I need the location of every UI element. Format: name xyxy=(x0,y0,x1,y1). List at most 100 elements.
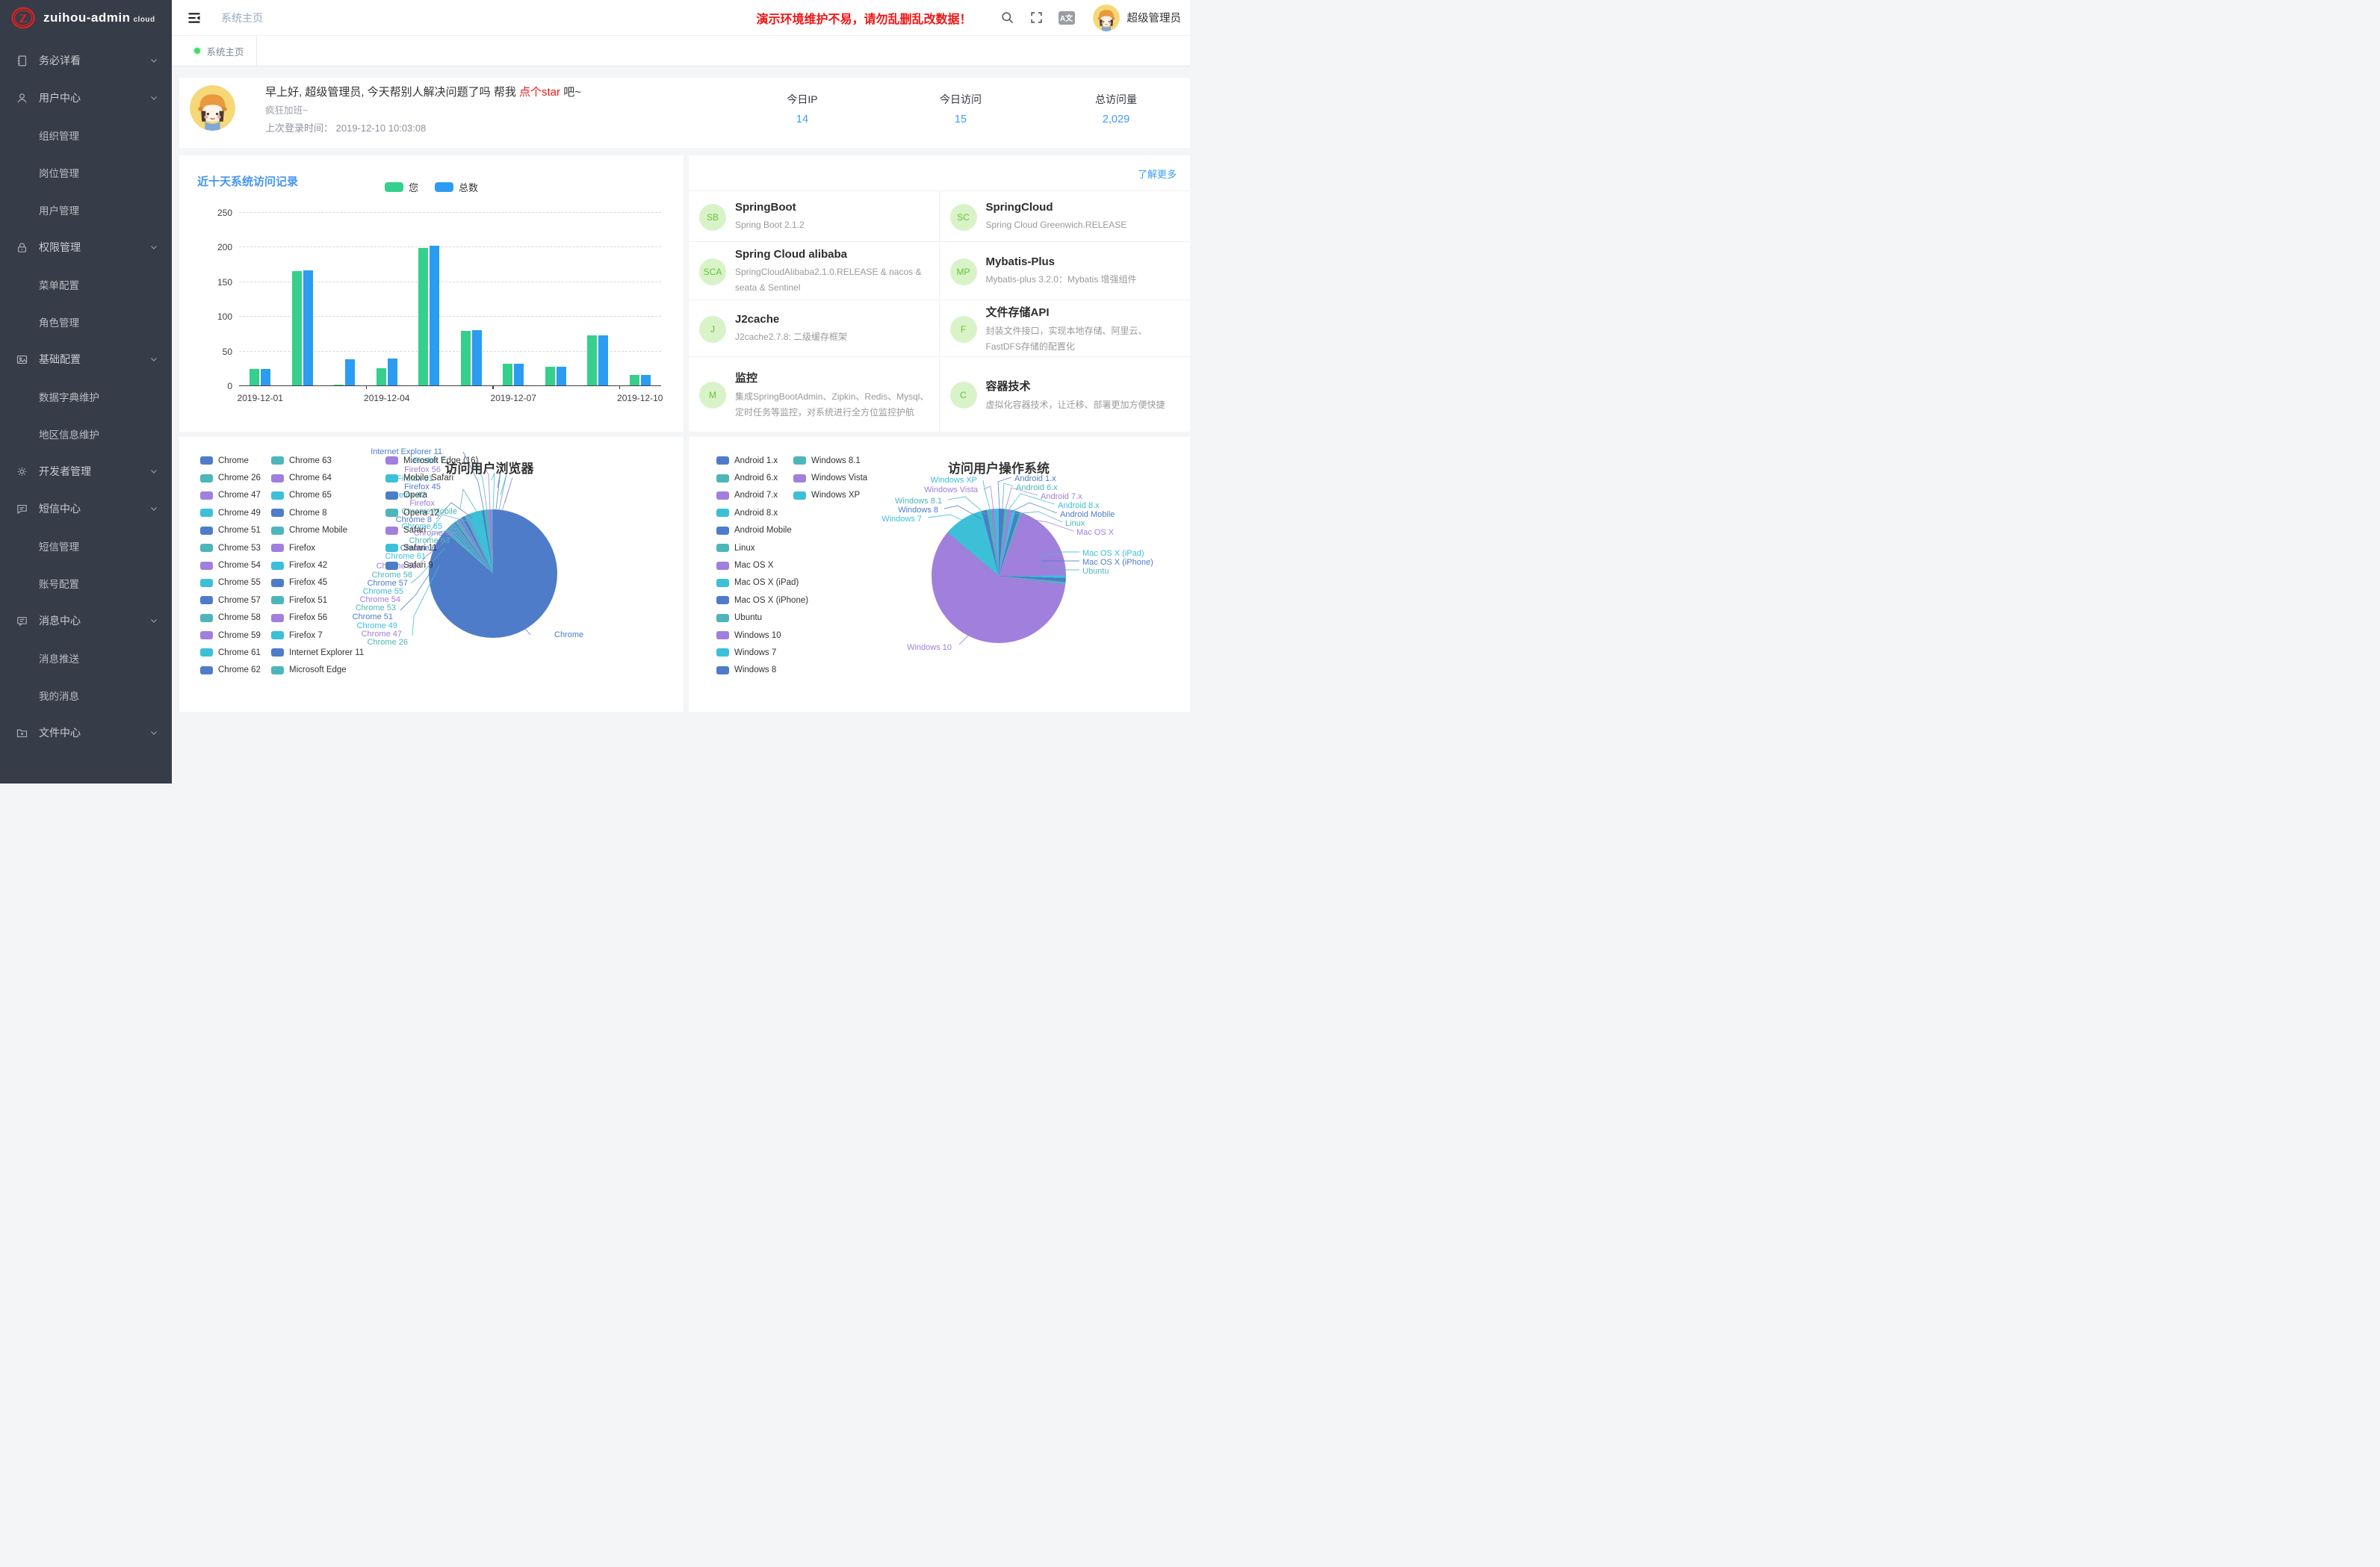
bar-总数-2019-12-05[interactable] xyxy=(430,246,439,385)
bar-chart-plot[interactable]: 0501001502002502019-12-012019-12-042019-… xyxy=(239,212,661,385)
legend-item-Windows 8[interactable]: Windows 8 xyxy=(716,662,793,679)
sidebar-item-务必详看[interactable]: 务必详看 xyxy=(0,42,172,79)
legend-item-Android 1.x[interactable]: Android 1.x xyxy=(716,452,793,469)
bar-您-2019-12-09[interactable] xyxy=(587,335,597,385)
legend-item-Chrome 58[interactable]: Chrome 58 xyxy=(200,609,271,627)
os-pie-chart[interactable] xyxy=(932,509,1066,643)
legend-item-Chrome 65[interactable]: Chrome 65 xyxy=(271,487,385,504)
legend-item-Android 7.x[interactable]: Android 7.x xyxy=(716,487,793,504)
legend-item-Windows Vista[interactable]: Windows Vista xyxy=(793,469,867,486)
legend-item-Firefox 56[interactable]: Firefox 56 xyxy=(271,609,385,627)
sidebar-subitem-消息推送[interactable]: 消息推送 xyxy=(0,639,172,677)
tech-card-监控[interactable]: M监控集成SpringBootAdmin、Zipkin、Redis、Mysql、… xyxy=(689,357,940,432)
bar-您-2019-12-06[interactable] xyxy=(461,331,471,385)
sidebar-subitem-我的消息[interactable]: 我的消息 xyxy=(0,677,172,714)
tab-home[interactable]: 系统主页 xyxy=(182,36,257,66)
search-icon[interactable] xyxy=(1000,10,1014,25)
language-switch-icon[interactable]: A文 xyxy=(1059,11,1075,25)
current-user-name[interactable]: 超级管理员 xyxy=(1127,10,1182,25)
tech-card-J2cache[interactable]: JJ2cacheJ2cache2.7.8: 二级缓存框架 xyxy=(689,300,940,357)
legend-item-Android 6.x[interactable]: Android 6.x xyxy=(716,469,793,486)
tech-card-SpringCloud[interactable]: SCSpringCloudSpring Cloud Greenwich.RELE… xyxy=(940,191,1191,242)
legend-item-total[interactable]: 总数 xyxy=(435,180,478,194)
tech-card-Mybatis-Plus[interactable]: MPMybatis-PlusMybatis-plus 3.2.0：Mybatis… xyxy=(940,242,1191,300)
sidebar-item-用户中心[interactable]: 用户中心 xyxy=(0,79,172,117)
legend-item-Linux[interactable]: Linux xyxy=(716,539,793,556)
bar-总数-2019-12-09[interactable] xyxy=(598,335,608,385)
sidebar-subitem-岗位管理[interactable]: 岗位管理 xyxy=(0,154,172,191)
bar-您-2019-12-01[interactable] xyxy=(250,369,259,385)
legend-item-Windows XP[interactable]: Windows XP xyxy=(793,487,867,504)
legend-item-Chrome 26[interactable]: Chrome 26 xyxy=(200,469,271,486)
legend-item-Chrome 62[interactable]: Chrome 62 xyxy=(200,662,271,679)
star-link[interactable]: 点个star xyxy=(519,86,560,99)
breadcrumb[interactable]: 系统主页 xyxy=(221,10,263,25)
collapse-menu-icon[interactable] xyxy=(187,10,202,25)
sidebar-subitem-数据字典维护[interactable]: 数据字典维护 xyxy=(0,378,172,415)
bar-总数-2019-12-02[interactable] xyxy=(303,270,313,385)
tech-card-容器技术[interactable]: C容器技术虚拟化容器技术，让迁移、部署更加方便快捷 xyxy=(940,357,1191,432)
sidebar-item-消息中心[interactable]: 消息中心 xyxy=(0,602,172,639)
sidebar-subitem-角色管理[interactable]: 角色管理 xyxy=(0,303,172,341)
sidebar-item-开发者管理[interactable]: 开发者管理 xyxy=(0,453,172,490)
sidebar-subitem-用户管理[interactable]: 用户管理 xyxy=(0,191,172,229)
legend-item-Firefox[interactable]: Firefox xyxy=(271,539,385,556)
legend-item-Chrome 63[interactable]: Chrome 63 xyxy=(271,452,385,469)
legend-item-Chrome Mobile[interactable]: Chrome Mobile xyxy=(271,522,385,539)
legend-item-Chrome[interactable]: Chrome xyxy=(200,452,271,469)
sidebar-item-短信中心[interactable]: 短信中心 xyxy=(0,490,172,527)
bar-总数-2019-12-08[interactable] xyxy=(557,367,566,385)
legend-item-Safari 9[interactable]: Safari 9 xyxy=(385,556,478,574)
avatar[interactable] xyxy=(1093,4,1120,31)
legend-item-Mac OS X[interactable]: Mac OS X xyxy=(716,556,793,574)
legend-item-Chrome 59[interactable]: Chrome 59 xyxy=(200,627,271,644)
legend-item-Chrome 55[interactable]: Chrome 55 xyxy=(200,574,271,592)
stat-value[interactable]: 2,029 xyxy=(1064,114,1168,125)
legend-item-Android 8.x[interactable]: Android 8.x xyxy=(716,504,793,521)
fullscreen-icon[interactable] xyxy=(1029,10,1044,25)
legend-item-Windows 7[interactable]: Windows 7 xyxy=(716,644,793,661)
bar-您-2019-12-04[interactable] xyxy=(376,368,386,385)
sidebar-item-权限管理[interactable]: 权限管理 xyxy=(0,229,172,266)
stat-value[interactable]: 14 xyxy=(750,114,855,125)
legend-item-Chrome 54[interactable]: Chrome 54 xyxy=(200,556,271,574)
bar-总数-2019-12-01[interactable] xyxy=(261,369,270,385)
bar-您-2019-12-08[interactable] xyxy=(545,367,555,385)
legend-item-Chrome 64[interactable]: Chrome 64 xyxy=(271,469,385,486)
legend-item-Firefox 42[interactable]: Firefox 42 xyxy=(271,556,385,574)
bar-总数-2019-12-07[interactable] xyxy=(514,364,524,385)
sidebar-subitem-账号配置[interactable]: 账号配置 xyxy=(0,565,172,602)
legend-item-Windows 10[interactable]: Windows 10 xyxy=(716,627,793,644)
legend-item-Firefox 45[interactable]: Firefox 45 xyxy=(271,574,385,592)
legend-item-Chrome 61[interactable]: Chrome 61 xyxy=(200,644,271,661)
bar-总数-2019-12-10[interactable] xyxy=(641,375,651,385)
legend-item-Safari[interactable]: Safari xyxy=(385,522,478,539)
legend-item-Chrome 49[interactable]: Chrome 49 xyxy=(200,504,271,521)
legend-item-Internet Explorer 11[interactable]: Internet Explorer 11 xyxy=(271,644,385,661)
sidebar-subitem-地区信息维护[interactable]: 地区信息维护 xyxy=(0,415,172,453)
bar-您-2019-12-02[interactable] xyxy=(292,271,302,385)
sidebar-subitem-短信管理[interactable]: 短信管理 xyxy=(0,527,172,565)
legend-item-Firefox 51[interactable]: Firefox 51 xyxy=(271,592,385,609)
legend-item-Mac OS X (iPad)[interactable]: Mac OS X (iPad) xyxy=(716,574,793,592)
sidebar-subitem-菜单配置[interactable]: 菜单配置 xyxy=(0,266,172,303)
legend-item-Chrome 47[interactable]: Chrome 47 xyxy=(200,487,271,504)
sidebar-item-文件中心[interactable]: 文件中心 xyxy=(0,714,172,751)
learn-more-link[interactable]: 了解更多 xyxy=(1138,167,1177,181)
bar-总数-2019-12-06[interactable] xyxy=(472,330,482,385)
legend-item-Mac OS X (iPhone)[interactable]: Mac OS X (iPhone) xyxy=(716,592,793,609)
legend-item-Opera[interactable]: Opera xyxy=(385,487,478,504)
legend-item-Microsoft Edge[interactable]: Microsoft Edge xyxy=(271,662,385,679)
legend-item-you[interactable]: 您 xyxy=(385,180,418,194)
legend-item-Ubuntu[interactable]: Ubuntu xyxy=(716,609,793,627)
bar-总数-2019-12-04[interactable] xyxy=(388,359,397,385)
legend-item-Safari 11[interactable]: Safari 11 xyxy=(385,539,478,556)
legend-item-Android Mobile[interactable]: Android Mobile xyxy=(716,522,793,539)
legend-item-Opera 12[interactable]: Opera 12 xyxy=(385,504,478,521)
bar-您-2019-12-05[interactable] xyxy=(418,248,428,385)
bar-总数-2019-12-03[interactable] xyxy=(345,359,355,385)
bar-您-2019-12-10[interactable] xyxy=(630,375,639,385)
tech-card-SpringBoot[interactable]: SBSpringBootSpring Boot 2.1.2 xyxy=(689,191,940,242)
tech-card-Spring Cloud alibaba[interactable]: SCASpring Cloud alibabaSpringCloudAlibab… xyxy=(689,242,940,300)
sidebar-subitem-组织管理[interactable]: 组织管理 xyxy=(0,117,172,154)
